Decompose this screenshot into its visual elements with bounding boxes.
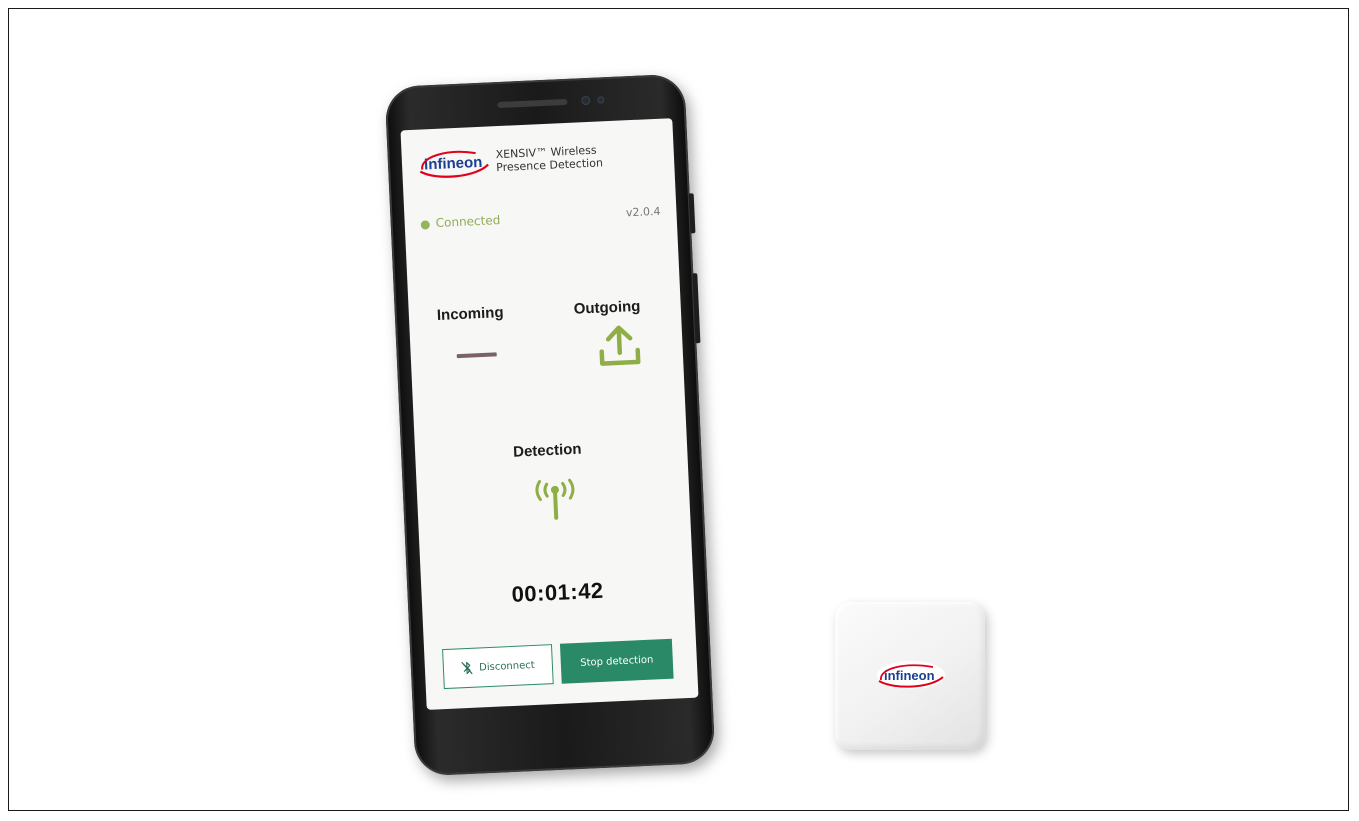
svg-text:infineon: infineon (884, 668, 935, 683)
svg-text:infineon: infineon (424, 154, 483, 174)
app-version: v2.0.4 (625, 204, 661, 220)
front-camera-icon (581, 95, 591, 106)
outgoing-label: Outgoing (573, 297, 641, 318)
incoming-label: Incoming (436, 304, 504, 325)
sensor-icon (597, 96, 605, 104)
upload-icon (599, 325, 641, 366)
disconnect-label: Disconnect (478, 659, 535, 673)
bluetooth-off-icon (461, 661, 473, 675)
detection-label: Detection (512, 440, 582, 461)
stop-detection-button[interactable]: Stop detection (559, 638, 674, 684)
phone-body: infineon XENSIV™ Wireless Presence Detec… (384, 73, 716, 777)
app-title: XENSIV™ Wireless Presence Detection (495, 143, 603, 175)
antenna-icon (535, 478, 575, 520)
dash-icon (456, 352, 497, 359)
detection-timer: 00:01:42 (511, 577, 605, 607)
infineon-logo-icon: infineon (877, 661, 945, 689)
connection-status-dot (420, 220, 430, 230)
app-screen: infineon XENSIV™ Wireless Presence Detec… (400, 118, 699, 710)
infineon-logo-icon: infineon (419, 150, 489, 178)
presence-sensor-device: infineon (835, 602, 985, 750)
stop-detection-label: Stop detection (579, 654, 654, 669)
earpiece-speaker (497, 98, 568, 109)
connection-status-text: Connected (435, 213, 501, 230)
smartphone: infineon XENSIV™ Wireless Presence Detec… (384, 73, 716, 777)
disconnect-button[interactable]: Disconnect (442, 644, 554, 690)
